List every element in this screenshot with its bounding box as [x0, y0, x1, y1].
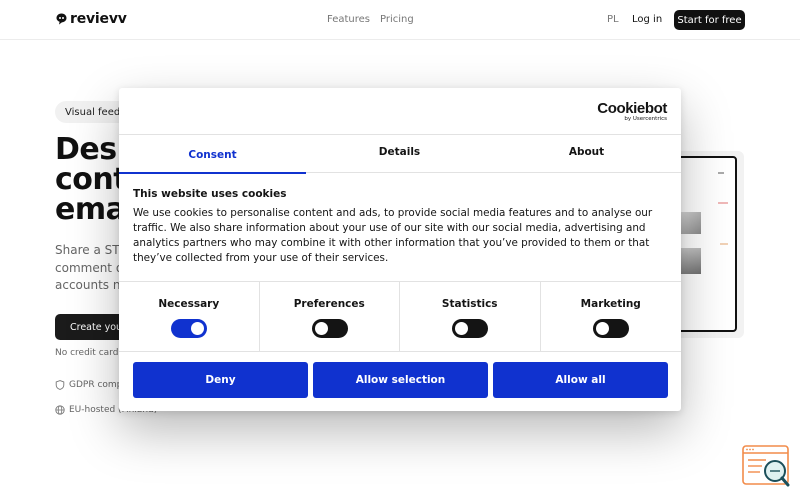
statistics-toggle[interactable]	[452, 319, 488, 338]
cookiebot-brand: Cookiebot	[597, 100, 667, 117]
toggle-knob	[595, 322, 609, 335]
tab-details[interactable]: Details	[306, 135, 493, 173]
consent-categories: Necessary Preferences Statistics Marketi…	[119, 281, 681, 352]
consent-actions: Deny Allow selection Allow all	[133, 362, 668, 398]
consent-description: We use cookies to personalise content an…	[133, 207, 653, 264]
search-feedback-icon	[742, 445, 790, 487]
dialog-tabs: Consent Details About	[119, 135, 681, 174]
marketing-toggle[interactable]	[592, 319, 629, 338]
consent-title: This website uses cookies	[133, 188, 287, 200]
cookiebot-logo[interactable]: Cookiebot by Usercentrics	[597, 101, 667, 123]
category-marketing: Marketing	[541, 282, 682, 351]
category-label: Statistics	[441, 298, 498, 310]
category-necessary: Necessary	[119, 282, 260, 351]
allow-selection-button[interactable]: Allow selection	[313, 362, 488, 398]
cookie-consent-dialog: Cookiebot by Usercentrics Consent Detail…	[119, 88, 681, 411]
category-statistics: Statistics	[400, 282, 541, 351]
feedback-widget[interactable]	[742, 445, 790, 487]
cookiebot-byline: by Usercentrics	[624, 116, 667, 122]
allow-all-button[interactable]: Allow all	[493, 362, 668, 398]
category-preferences: Preferences	[260, 282, 400, 351]
category-label: Preferences	[293, 298, 365, 310]
tab-consent[interactable]: Consent	[119, 135, 306, 174]
necessary-toggle[interactable]	[171, 319, 207, 338]
dialog-header: Cookiebot by Usercentrics	[119, 88, 681, 135]
deny-button[interactable]: Deny	[133, 362, 308, 398]
category-label: Necessary	[158, 298, 220, 310]
tab-about[interactable]: About	[493, 135, 680, 173]
toggle-knob	[191, 322, 204, 335]
toggle-knob	[455, 322, 468, 335]
toggle-knob	[314, 322, 328, 335]
category-label: Marketing	[580, 298, 641, 310]
preferences-toggle[interactable]	[311, 319, 348, 338]
